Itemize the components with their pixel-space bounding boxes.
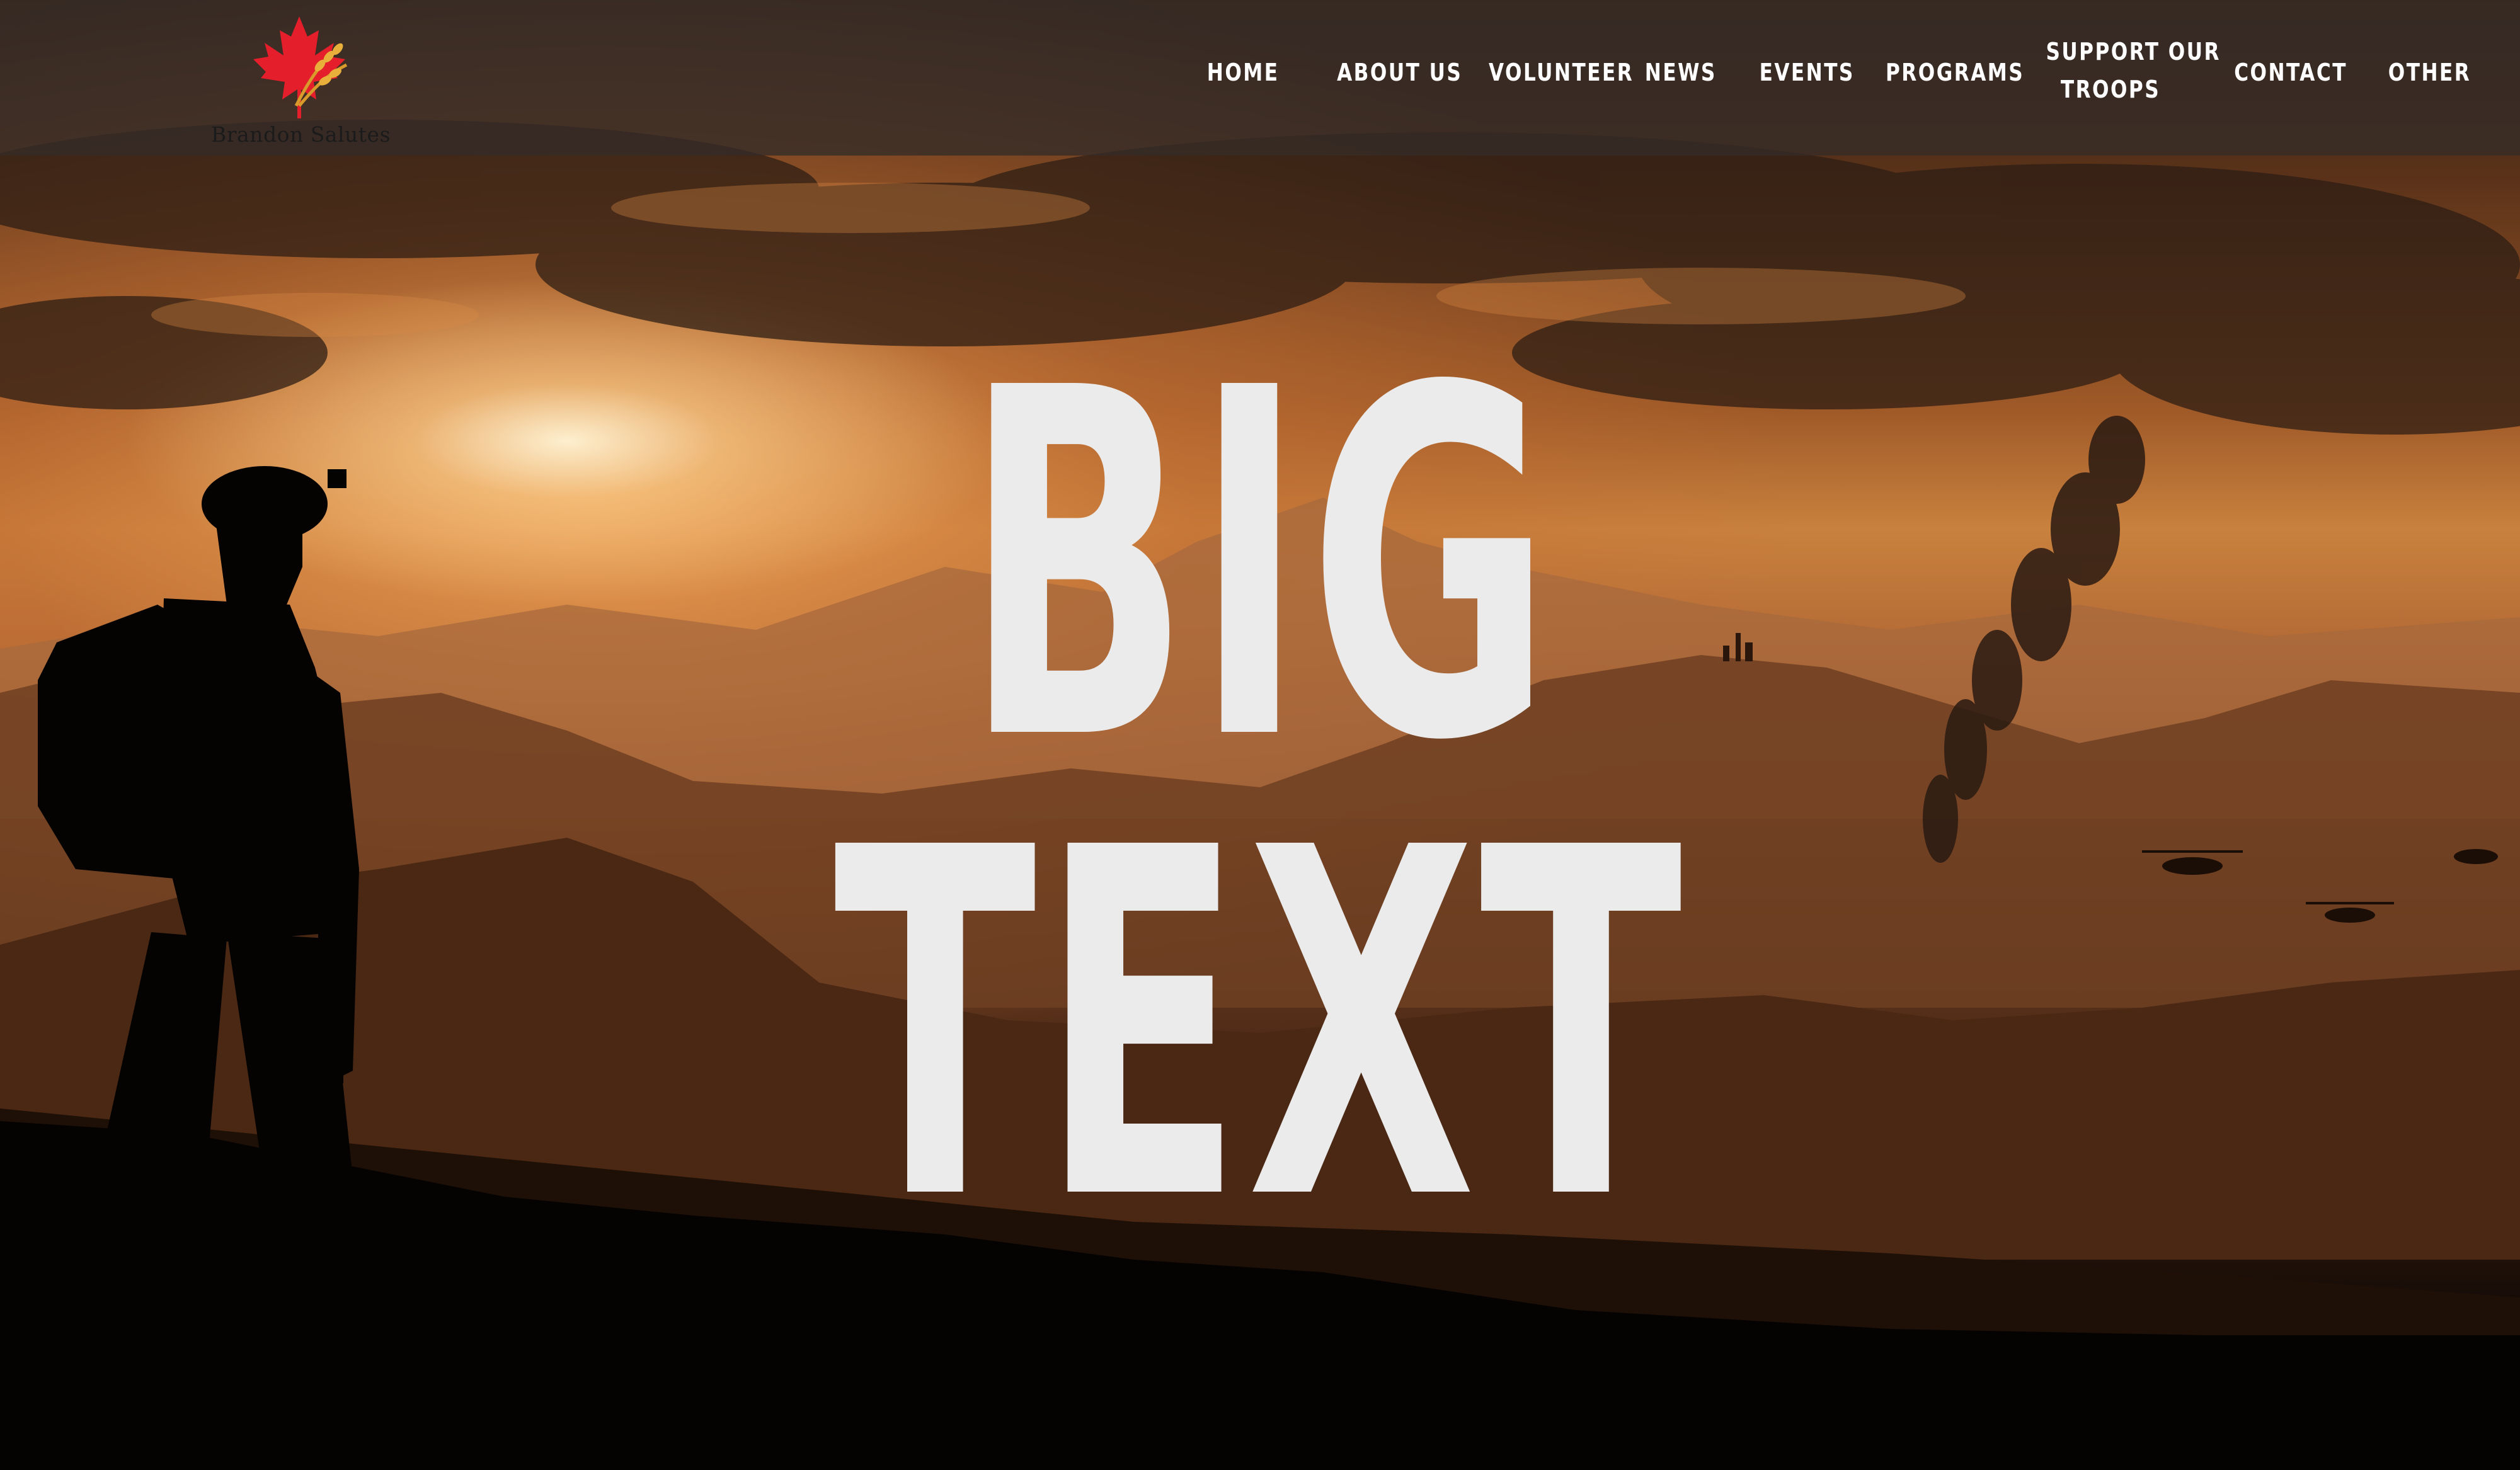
nav-news[interactable]: NEWS	[1645, 54, 1715, 91]
nav-about-us[interactable]: ABOUT US	[1337, 54, 1461, 91]
nav-other[interactable]: OTHER	[2388, 54, 2470, 91]
nav-support-our-troops-line2: TROOPS	[2060, 76, 2161, 103]
hero-headline-line2: TEXT	[833, 748, 1687, 1305]
logo-text: Brandon Salutes	[211, 122, 391, 147]
site-logo[interactable]: Brandon Salutes	[211, 11, 391, 147]
hero-headline-line1: BIG	[964, 288, 1556, 845]
nav-contact[interactable]: CONTACT	[2234, 54, 2345, 91]
nav-programs[interactable]: PROGRAMS	[1886, 54, 2023, 91]
top-navigation-bar: Brandon Salutes HOME ABOUT US VOLUNTEER …	[0, 0, 2520, 156]
nav-events[interactable]: EVENTS	[1760, 54, 1853, 91]
nav-volunteer[interactable]: VOLUNTEER	[1489, 54, 1632, 91]
maple-leaf-wheat-icon	[253, 16, 348, 118]
nav-support-our-troops[interactable]: SUPPORT OUR TROOPS	[2046, 33, 2221, 108]
nav-support-our-troops-line1: SUPPORT OUR	[2046, 38, 2221, 66]
nav-home[interactable]: HOME	[1207, 54, 1278, 91]
